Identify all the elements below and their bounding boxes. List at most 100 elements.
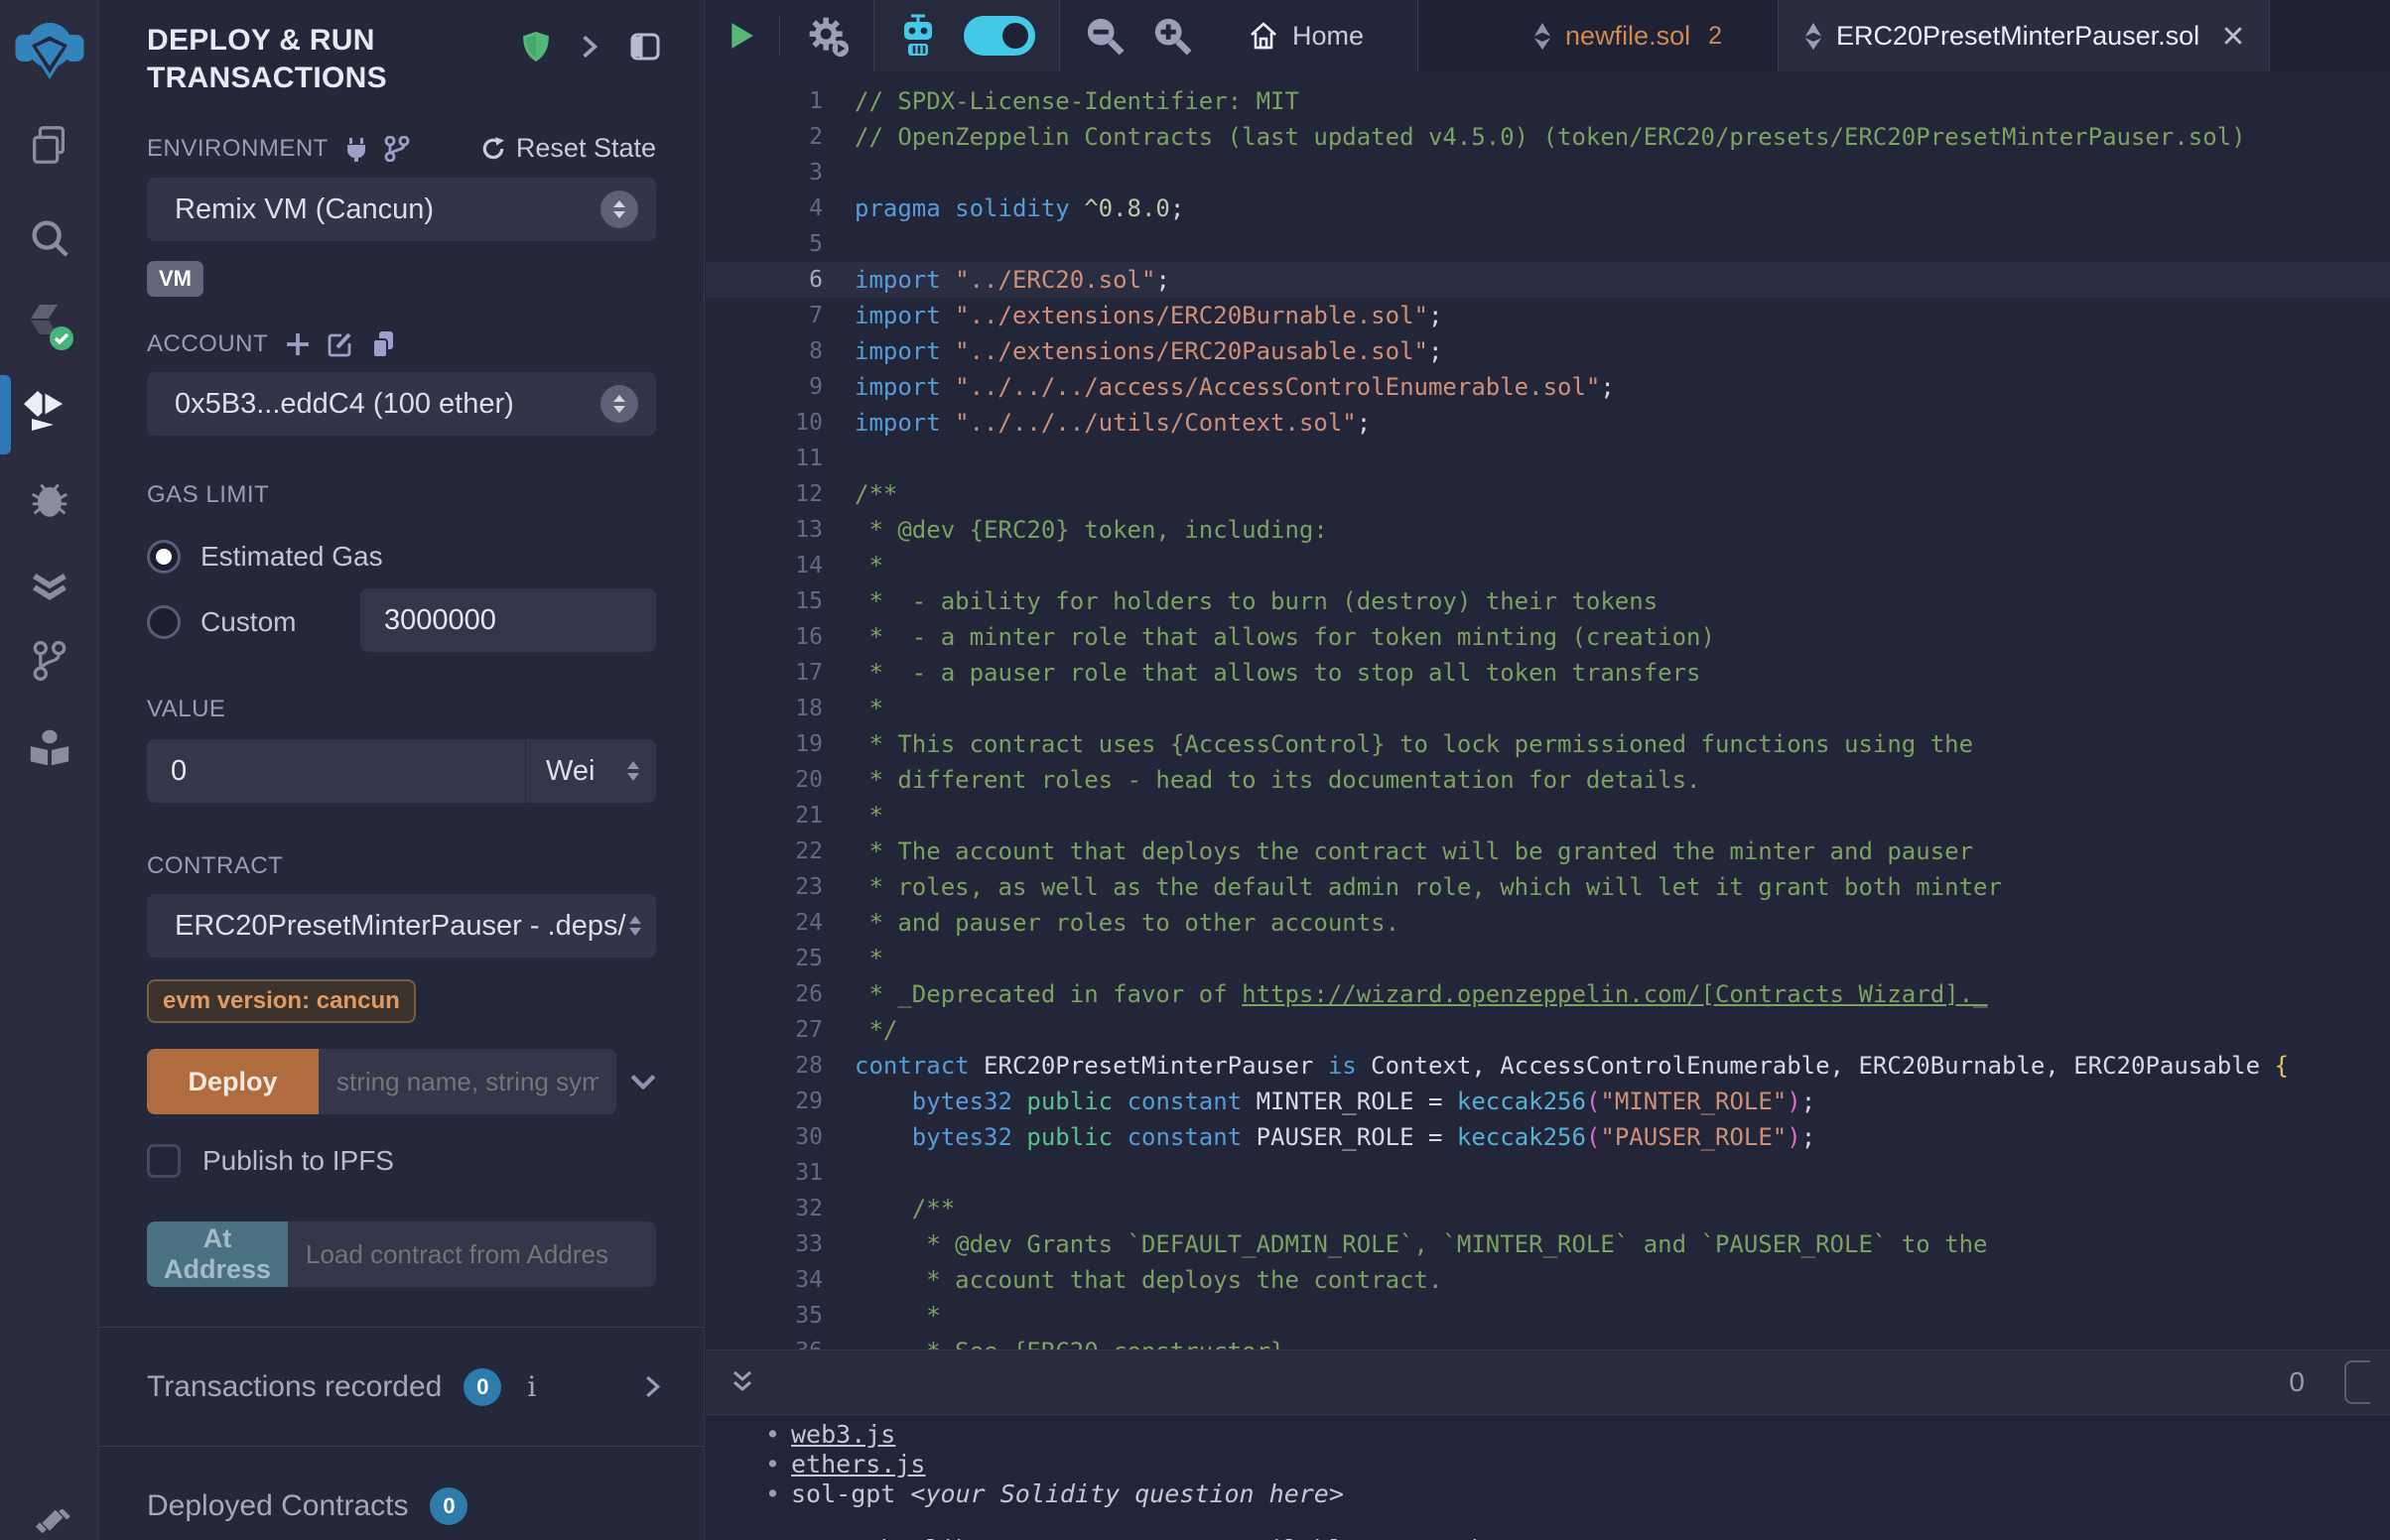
code-line[interactable]: 36 * See {ERC20-constructor}. xyxy=(706,1334,2390,1349)
info-icon[interactable]: i xyxy=(527,1370,536,1403)
code-line[interactable]: 34 * account that deploys the contract. xyxy=(706,1262,2390,1298)
code-line[interactable]: 13 * @dev {ERC20} token, including: xyxy=(706,512,2390,548)
home-tab[interactable]: Home xyxy=(1219,21,1394,52)
run-settings-gear-icon[interactable] xyxy=(806,14,850,58)
code-line[interactable]: 2// OpenZeppelin Contracts (last updated… xyxy=(706,119,2390,155)
expand-terminal-icon[interactable] xyxy=(731,1369,753,1395)
at-address-button[interactable]: At Address xyxy=(147,1221,288,1287)
shield-icon[interactable] xyxy=(523,32,549,62)
code-line[interactable]: 9import "../../../access/AccessControlEn… xyxy=(706,369,2390,405)
sign-message-icon[interactable] xyxy=(328,331,353,357)
code-line[interactable]: 23 * roles, as well as the default admin… xyxy=(706,869,2390,905)
pin-panel-icon[interactable] xyxy=(630,33,660,61)
code-line[interactable]: 32 /** xyxy=(706,1191,2390,1226)
tab-newfile[interactable]: newfile.sol 2 xyxy=(1508,0,1748,71)
code-line[interactable]: 14 * xyxy=(706,548,2390,583)
deploy-run-icon[interactable] xyxy=(0,375,99,447)
plugin-manager-icon[interactable] xyxy=(0,1488,99,1540)
terminal-line: •sol-gpt <your Solidity question here> xyxy=(765,1479,2390,1509)
code-line[interactable]: 26 * _Deprecated in favor of https://wiz… xyxy=(706,976,2390,1012)
code-line[interactable]: 31 xyxy=(706,1155,2390,1191)
code-line[interactable]: 27 */ xyxy=(706,1012,2390,1048)
transactions-recorded-row[interactable]: Transactions recorded 0 i xyxy=(99,1327,704,1446)
deployed-count-badge: 0 xyxy=(430,1487,467,1525)
line-number: 12 xyxy=(706,476,855,512)
environment-sort-icon[interactable] xyxy=(600,191,638,228)
code-line[interactable]: 7import "../extensions/ERC20Burnable.sol… xyxy=(706,298,2390,333)
tab-erc20presetminterpauser[interactable]: ERC20PresetMinterPauser.sol xyxy=(1778,0,2270,71)
terminal-link[interactable]: ethers.js xyxy=(791,1450,925,1478)
reset-state-button[interactable]: Reset State xyxy=(480,133,656,164)
run-script-icon[interactable] xyxy=(730,22,753,50)
copilot-toggle[interactable] xyxy=(964,16,1035,56)
custom-gas-radio[interactable] xyxy=(147,605,181,639)
plug-icon[interactable] xyxy=(344,136,368,162)
code-line[interactable]: 22 * The account that deploys the contra… xyxy=(706,834,2390,869)
code-line[interactable]: 15 * - ability for holders to burn (dest… xyxy=(706,583,2390,619)
add-account-icon[interactable] xyxy=(286,332,310,356)
environment-select[interactable]: Remix VM (Cancun) xyxy=(147,178,656,241)
at-address-input[interactable] xyxy=(288,1221,656,1287)
code-line[interactable]: 20 * different roles - head to its docum… xyxy=(706,762,2390,798)
code-editor[interactable]: 1// SPDX-License-Identifier: MIT2// Open… xyxy=(706,71,2390,1349)
debugger-icon[interactable] xyxy=(0,462,99,534)
file-explorer-icon[interactable] xyxy=(0,109,99,181)
account-sort-icon[interactable] xyxy=(600,385,638,423)
code-line[interactable]: 35 * xyxy=(706,1298,2390,1334)
custom-gas-input[interactable] xyxy=(360,588,656,652)
unit-testing-icon[interactable] xyxy=(0,550,99,621)
code-line[interactable]: 12/** xyxy=(706,476,2390,512)
code-line[interactable]: 28contract ERC20PresetMinterPauser is Co… xyxy=(706,1048,2390,1084)
line-number: 22 xyxy=(706,834,855,869)
deploy-args-input[interactable] xyxy=(319,1049,616,1114)
git-icon[interactable] xyxy=(0,625,99,697)
terminal-line[interactable]: •ethers.js xyxy=(765,1450,2390,1479)
line-number: 5 xyxy=(706,226,855,262)
terminal-link[interactable]: web3.js xyxy=(791,1420,895,1449)
ai-copilot-robot-icon[interactable] xyxy=(898,14,938,58)
remix-logo-icon[interactable] xyxy=(14,14,85,85)
code-line[interactable]: 4pragma solidity ^0.8.0; xyxy=(706,191,2390,226)
code-line[interactable]: 21 * xyxy=(706,798,2390,834)
solidity-compiler-icon[interactable] xyxy=(0,291,99,362)
value-input[interactable] xyxy=(147,739,526,803)
search-icon[interactable] xyxy=(0,202,99,274)
code-line[interactable]: 30 bytes32 public constant PAUSER_ROLE =… xyxy=(706,1119,2390,1155)
code-line[interactable]: 17 * - a pauser role that allows to stop… xyxy=(706,655,2390,691)
collapse-panel-icon[interactable] xyxy=(581,34,598,60)
publish-ipfs-checkbox[interactable] xyxy=(147,1144,181,1178)
code-line[interactable]: 25 * xyxy=(706,941,2390,976)
code-line[interactable]: 19 * This contract uses {AccessControl} … xyxy=(706,726,2390,762)
fork-state-icon[interactable] xyxy=(384,136,410,162)
deployed-contracts-row[interactable]: Deployed Contracts 0 xyxy=(99,1446,704,1540)
line-number: 14 xyxy=(706,548,855,583)
code-line[interactable]: 16 * - a minter role that allows for tok… xyxy=(706,619,2390,655)
contract-select[interactable]: ERC20PresetMinterPauser - .deps/ xyxy=(147,894,656,958)
code-line[interactable]: 8import "../extensions/ERC20Pausable.sol… xyxy=(706,333,2390,369)
code-line[interactable]: 6import "../ERC20.sol"; xyxy=(706,262,2390,298)
copy-account-icon[interactable] xyxy=(371,331,395,357)
value-unit-select[interactable]: Wei xyxy=(526,739,656,803)
close-tab-icon[interactable] xyxy=(2223,26,2243,46)
code-line[interactable]: 29 bytes32 public constant MINTER_ROLE =… xyxy=(706,1084,2390,1119)
zoom-out-icon[interactable] xyxy=(1084,15,1126,57)
code-line[interactable]: 1// SPDX-License-Identifier: MIT xyxy=(706,83,2390,119)
code-line[interactable]: 11 xyxy=(706,441,2390,476)
code-line[interactable]: 33 * @dev Grants `DEFAULT_ADMIN_ROLE`, `… xyxy=(706,1226,2390,1262)
code-line[interactable]: 24 * and pauser roles to other accounts. xyxy=(706,905,2390,941)
code-line[interactable]: 3 xyxy=(706,155,2390,191)
expand-transactions-icon[interactable] xyxy=(645,1375,660,1398)
code-line[interactable]: 10import "../../../utils/Context.sol"; xyxy=(706,405,2390,441)
line-number: 18 xyxy=(706,691,855,726)
account-select[interactable]: 0x5B3...eddC4 (100 ether) xyxy=(147,372,656,436)
terminal-line[interactable]: •web3.js xyxy=(765,1420,2390,1450)
estimated-gas-radio[interactable] xyxy=(147,540,181,574)
expand-args-icon[interactable] xyxy=(630,1074,656,1090)
deploy-button[interactable]: Deploy xyxy=(147,1049,319,1114)
code-line[interactable]: 5 xyxy=(706,226,2390,262)
terminal-output[interactable]: •web3.js•ethers.js•sol-gpt <your Solidit… xyxy=(706,1416,2390,1540)
zoom-in-icon[interactable] xyxy=(1151,15,1193,57)
learneth-icon[interactable] xyxy=(0,712,99,784)
terminal-search-input[interactable] xyxy=(2344,1360,2370,1404)
code-line[interactable]: 18 * xyxy=(706,691,2390,726)
